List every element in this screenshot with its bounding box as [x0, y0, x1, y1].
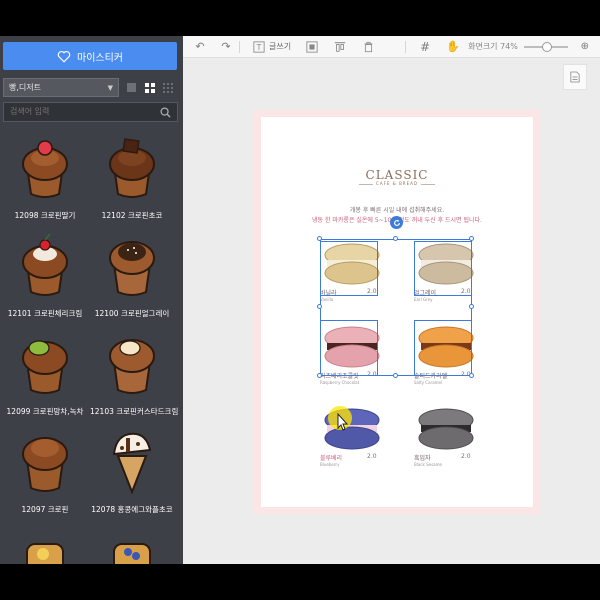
page-panel-button[interactable] [563, 64, 587, 90]
mouse-cursor [326, 406, 358, 438]
zoom-label: 화면크기 74% [468, 42, 518, 51]
sticker-item[interactable]: 12102 크로핀초코 [90, 136, 174, 232]
sticker-item[interactable] [3, 528, 87, 564]
sticker-item[interactable] [90, 528, 174, 564]
align-icon[interactable] [333, 40, 347, 54]
item-selection-box [320, 320, 378, 376]
rotate-icon [393, 219, 400, 226]
sticker-item[interactable]: 12098 크로핀딸기 [3, 136, 87, 232]
cronut-earl-grey-sticker [109, 241, 155, 296]
sticker-item[interactable]: 12097 크로핀 [3, 430, 87, 526]
trash-icon[interactable] [361, 40, 375, 54]
document-icon [570, 71, 580, 83]
item-selection-box [320, 241, 378, 296]
sticker-item[interactable]: 12100 크로핀얼그레이 [90, 234, 174, 330]
view-medium-button[interactable] [142, 80, 157, 95]
heart-icon [57, 50, 71, 63]
resize-handle-bottom-left[interactable] [317, 373, 322, 378]
sticker-label: 12098 크로핀딸기 [14, 211, 76, 220]
editor-app: 마이스티커 빵,디저트 ▼ 12098 크로핀딸기 [0, 36, 600, 564]
resize-handle-top-left[interactable] [317, 236, 322, 241]
resize-handle-bottom-right[interactable] [469, 373, 474, 378]
product-subname: Black Sesame [414, 462, 442, 467]
search-input[interactable] [10, 107, 150, 116]
category-value: 빵,디저트 [9, 83, 41, 92]
toolbar-divider [405, 40, 407, 53]
brand-title[interactable]: CLASSIC [261, 168, 533, 182]
zoom-slider-thumb[interactable] [541, 41, 552, 52]
cronut-strawberry-sticker [22, 140, 68, 198]
cronut-cherry-cream-sticker [22, 234, 68, 296]
group-icon[interactable] [305, 40, 319, 54]
cronut-custard-cream-sticker [109, 339, 155, 394]
product-item[interactable]: 흑임자 Black Sesame 2.0 [414, 406, 484, 467]
notice-text-1[interactable]: 개봉 후 빠른 시일 내에 섭취해주세요. [261, 205, 533, 214]
item-selection-box [414, 320, 472, 376]
resize-handle-left[interactable] [317, 304, 322, 309]
my-sticker-button[interactable]: 마이스티커 [3, 42, 177, 70]
rotate-handle[interactable] [390, 216, 403, 229]
toolbar-divider [239, 40, 240, 53]
product-subname: Blueberry [320, 462, 340, 467]
zoom-in-icon[interactable]: ⊕ [578, 40, 592, 54]
medium-grid-icon [144, 82, 155, 93]
search-box [3, 102, 178, 122]
sticker-label: 12078 홍콩에그와플초코 [91, 505, 173, 514]
sticker-sidebar: 마이스티커 빵,디저트 ▼ 12098 크로핀딸기 [0, 36, 183, 564]
resize-handle-right[interactable] [469, 304, 474, 309]
undo-icon[interactable]: ↶ [193, 40, 207, 54]
item-selection-box [414, 241, 472, 296]
sticker-label: 12103 크로핀커스타드크림 [90, 407, 179, 416]
egg-waffle-chocolate-sticker [112, 432, 152, 494]
my-sticker-label: 마이스티커 [77, 52, 123, 64]
view-toggles [124, 78, 175, 97]
write-text-button[interactable]: 글쓰기 [269, 41, 291, 52]
sticker-item[interactable]: 12101 크로핀체리크림 [3, 234, 87, 330]
black-sesame-macaron [418, 408, 474, 450]
category-select[interactable]: 빵,디저트 ▼ [3, 78, 119, 97]
cronut-chocolate-sticker [109, 138, 155, 198]
resize-handle-top-right[interactable] [469, 236, 474, 241]
sticker-label: 12102 크로핀초코 [101, 211, 163, 220]
search-icon[interactable] [160, 107, 171, 118]
svg-text:T: T [256, 43, 262, 52]
sticker-label: 12101 크로핀체리크림 [7, 309, 83, 318]
resize-handle-bottom[interactable] [393, 373, 398, 378]
sticker-label: 12097 크로핀 [21, 505, 69, 514]
toast-sticker [26, 543, 64, 564]
view-small-button[interactable] [160, 80, 175, 95]
chevron-down-icon: ▼ [107, 83, 113, 92]
product-name: 흑임자 [414, 455, 431, 462]
redo-icon[interactable]: ↷ [219, 40, 233, 54]
view-large-button[interactable] [124, 80, 139, 95]
sticker-item[interactable]: 12103 크로핀커스타드크림 [90, 332, 179, 428]
product-price: 2.0 [367, 453, 377, 460]
sticker-item[interactable]: 12099 크로핀망차,녹차 [3, 332, 87, 428]
blueberry-toast-sticker [113, 543, 151, 564]
brand-subtitle: CAFE & BREAD [261, 181, 533, 186]
editor-toolbar: ↶ ↷ T 글쓰기 # ✋ 화면크기 74% ⊕ [183, 36, 600, 58]
product-subname: Salty Caramel [414, 380, 443, 385]
small-grid-icon [162, 82, 173, 93]
large-grid-icon [127, 83, 136, 92]
product-price: 2.0 [461, 453, 471, 460]
product-name: 블루베리 [320, 455, 343, 462]
cronut-matcha-sticker [22, 340, 68, 394]
grid-icon[interactable]: # [418, 40, 432, 54]
zoom-slider[interactable] [523, 41, 568, 52]
product-subname: Raspberry Chocolat [320, 380, 360, 385]
sticker-item[interactable]: 12078 홍콩에그와플초코 [90, 430, 174, 526]
resize-handle-top[interactable] [393, 236, 398, 241]
sticker-label: 12099 크로핀망차,녹차 [6, 407, 84, 416]
sticker-label: 12100 크로핀얼그레이 [94, 309, 170, 318]
hand-icon[interactable]: ✋ [446, 40, 460, 54]
text-box-icon[interactable]: T [252, 40, 266, 54]
cronut-plain-sticker [22, 437, 68, 492]
